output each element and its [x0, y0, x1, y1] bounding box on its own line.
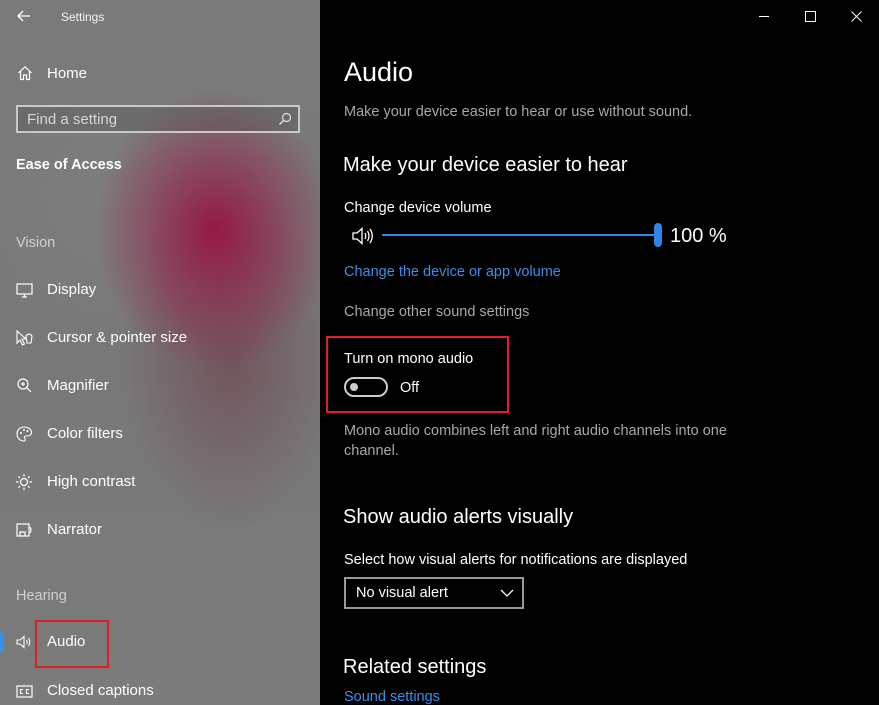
category-title: Ease of Access — [16, 157, 122, 173]
sidebar-item-label: Narrator — [47, 521, 103, 538]
sidebar-item-color-filters[interactable]: Color filters — [0, 416, 320, 452]
volume-label: Change device volume — [344, 200, 492, 216]
sidebar-item-label: Cursor & pointer size — [47, 329, 188, 346]
home-label: Home — [47, 65, 88, 82]
chevron-down-icon — [500, 589, 514, 597]
back-arrow-icon — [17, 10, 30, 22]
sidebar-item-narrator[interactable]: Narrator — [0, 512, 320, 548]
cursor-icon — [16, 329, 33, 346]
home-icon — [18, 65, 32, 81]
high-contrast-icon — [16, 474, 32, 490]
search-box[interactable] — [16, 105, 300, 133]
other-sound-settings-text: Change other sound settings — [344, 304, 530, 320]
color-filters-icon — [16, 426, 33, 442]
maximize-button[interactable] — [788, 0, 832, 32]
page-subtitle: Make your device easier to hear or use w… — [344, 104, 693, 120]
close-button[interactable] — [834, 0, 878, 32]
sidebar-item-display[interactable]: Display — [0, 272, 320, 308]
minimize-button[interactable] — [742, 0, 786, 32]
closed-captions-icon — [16, 685, 33, 698]
section-heading-related: Related settings — [343, 656, 487, 678]
group-header-hearing: Hearing — [16, 588, 67, 604]
mono-audio-description: Mono audio combines left and right audio… — [344, 423, 727, 459]
highlight-box-audio — [35, 620, 109, 668]
display-icon — [16, 283, 33, 298]
speaker-icon — [16, 635, 31, 649]
app-title: Settings — [61, 10, 105, 24]
sidebar-item-cursor[interactable]: Cursor & pointer size — [0, 320, 320, 356]
sidebar-item-label: Magnifier — [47, 377, 109, 394]
group-header-vision: Vision — [16, 235, 56, 251]
app-volume-link[interactable]: Change the device or app volume — [344, 264, 561, 280]
narrator-icon — [16, 523, 32, 537]
sidebar-item-label: Color filters — [47, 425, 123, 442]
volume-slider-fill — [382, 234, 658, 236]
close-icon — [850, 10, 862, 22]
sidebar-item-label: Display — [47, 281, 97, 298]
page-title: Audio — [344, 57, 414, 87]
maximize-icon — [804, 10, 816, 22]
highlight-box-mono-audio — [326, 336, 509, 413]
visual-alert-selected: No visual alert — [356, 585, 448, 601]
volume-slider[interactable] — [382, 234, 658, 236]
back-button[interactable] — [9, 3, 39, 29]
section-heading-alerts: Show audio alerts visually — [343, 506, 574, 528]
sidebar-titlebar: Settings — [0, 0, 320, 34]
volume-icon — [352, 227, 373, 245]
sidebar-item-closed-captions[interactable]: Closed captions — [0, 673, 320, 705]
sidebar-item-high-contrast[interactable]: High contrast — [0, 464, 320, 500]
sidebar: Settings Home Ease of Access Vision Disp… — [0, 0, 320, 705]
visual-alert-dropdown[interactable]: No visual alert — [344, 577, 524, 609]
sidebar-item-label: Closed captions — [47, 682, 154, 699]
sound-settings-link[interactable]: Sound settings — [344, 689, 440, 705]
sidebar-item-label: High contrast — [47, 473, 136, 490]
magnifier-icon — [17, 378, 32, 393]
visual-alert-label: Select how visual alerts for notificatio… — [344, 552, 688, 568]
sidebar-item-magnifier[interactable]: Magnifier — [0, 368, 320, 404]
home-nav-item[interactable]: Home — [0, 58, 320, 88]
main-content: Audio Make your device easier to hear or… — [320, 0, 879, 705]
minimize-icon — [758, 15, 769, 17]
volume-slider-thumb[interactable] — [654, 223, 662, 247]
search-icon[interactable] — [278, 112, 292, 126]
search-input[interactable] — [27, 110, 267, 128]
section-heading-hear: Make your device easier to hear — [343, 154, 628, 176]
volume-value: 100 % — [670, 225, 727, 247]
